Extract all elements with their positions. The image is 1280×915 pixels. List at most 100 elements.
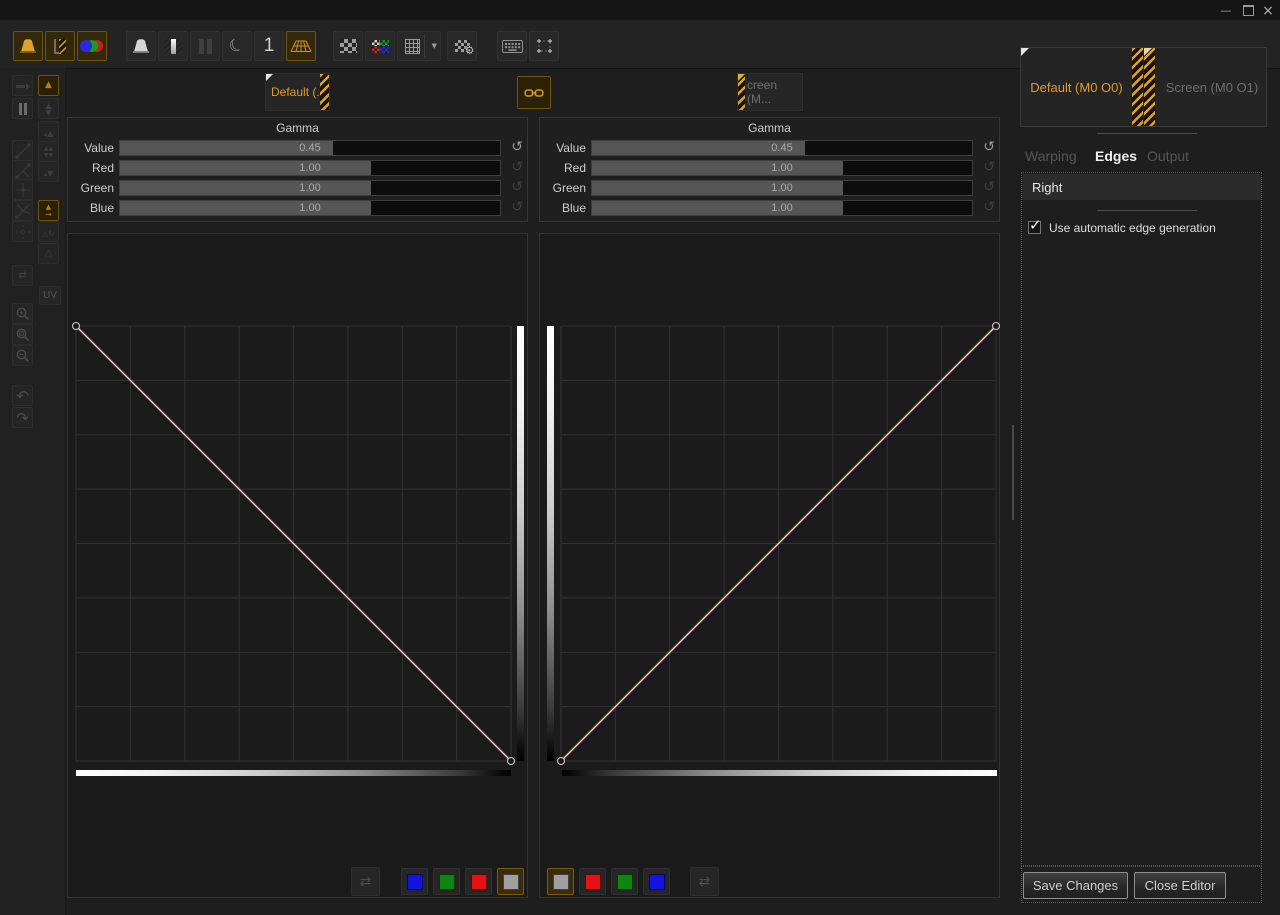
channel-blue-button[interactable] — [401, 868, 428, 895]
gamma-curve-right[interactable] — [561, 326, 996, 761]
projector-view-button[interactable] — [13, 31, 43, 61]
redo-button[interactable]: ↷ — [12, 407, 33, 428]
triangles-updown-icon: ▲▼ — [45, 102, 51, 116]
auto-edge-checkbox[interactable]: ✓ — [1028, 221, 1041, 234]
checkerboard-pattern-button[interactable] — [333, 31, 363, 61]
gamma-blue-number: 1.00 — [592, 202, 972, 214]
minimize-button[interactable]: — — [1218, 4, 1234, 17]
edge-blend-view-button[interactable] — [45, 31, 75, 61]
zoom-in-icon — [15, 306, 31, 322]
channel-red-button[interactable] — [465, 868, 492, 895]
zoom-fit-button[interactable] — [12, 324, 33, 345]
close-button[interactable]: × — [1260, 4, 1276, 17]
single-bar-button[interactable] — [158, 31, 188, 61]
gamma-red-number: 1.00 — [592, 162, 972, 174]
channel-green-button[interactable] — [611, 868, 638, 895]
gamma-blue-slider[interactable]: 1.00 — [119, 200, 501, 216]
scale-tool-button[interactable]: ▴▲ — [38, 121, 59, 142]
zoom-in-button[interactable] — [12, 303, 33, 324]
bezier-node-tool-button[interactable] — [12, 140, 33, 161]
gamma-value-number: 0.45 — [592, 142, 972, 154]
pause-bars-tool-button[interactable] — [12, 98, 33, 119]
uv-mode-button[interactable]: UV — [39, 286, 61, 305]
gamma-red-slider[interactable]: 1.00 — [591, 160, 973, 176]
tab-screen-m0o1[interactable]: creen (M... — [737, 73, 803, 111]
gamma-value-slider[interactable]: 0.45 — [591, 140, 973, 156]
gamma-value-slider[interactable]: 0.45 — [119, 140, 501, 156]
keyboard-shortcuts-button[interactable] — [497, 31, 527, 61]
reset-icon[interactable]: ↺ — [511, 179, 523, 195]
tab-warping[interactable]: Warping — [1025, 148, 1077, 164]
edge-selection-row[interactable]: Right — [1022, 174, 1261, 200]
splitter-scrollbar[interactable] — [1012, 425, 1014, 520]
tab-output[interactable]: Output — [1147, 148, 1189, 164]
grid-pattern-dropdown-button[interactable]: ▼ — [397, 31, 441, 61]
maximize-button[interactable] — [1240, 4, 1256, 17]
channel-green-button[interactable] — [433, 868, 460, 895]
pattern-settings-button[interactable]: ⚙ — [447, 31, 477, 61]
tab-default-screen[interactable]: Default (.. — [265, 73, 330, 111]
point-selection-button[interactable] — [529, 31, 559, 61]
gamma-blue-slider[interactable]: 1.00 — [591, 200, 973, 216]
reset-icon[interactable]: ↺ — [511, 139, 523, 155]
gamma-row-red: Red 1.00 ↺ — [68, 159, 527, 179]
edge-select-tool-button[interactable]: ▲ — [38, 75, 59, 96]
move-vertical-tool-button[interactable]: ▲▼ — [38, 98, 59, 119]
keyframe-tool-button[interactable] — [12, 75, 33, 96]
double-bar-button[interactable] — [190, 31, 220, 61]
multi-handle-tool-button[interactable] — [12, 200, 33, 221]
rotate-tool-button[interactable]: △↻ — [38, 221, 59, 242]
color-view-button[interactable] — [77, 31, 107, 61]
undo-button[interactable]: ↶ — [12, 385, 33, 406]
output-screen-thumb[interactable]: Screen (M0 O1) — [1156, 48, 1268, 126]
channel-red-button[interactable] — [579, 868, 606, 895]
night-mode-button[interactable]: ☾ — [222, 31, 252, 61]
white-chip — [553, 874, 569, 890]
distribute-tool-button[interactable]: ▲▼ ▲▼ — [38, 141, 59, 162]
channel-white-button[interactable] — [547, 868, 574, 895]
guide-cross-tool-button[interactable] — [12, 221, 33, 242]
close-editor-button[interactable]: Close Editor — [1134, 872, 1226, 899]
combo-divider — [424, 35, 425, 57]
bezier-handle-tool-button[interactable] — [12, 160, 33, 181]
reset-icon[interactable]: ↺ — [511, 159, 523, 175]
refresh-curve-button[interactable]: ⇄ — [690, 867, 719, 896]
reset-icon[interactable]: ↺ — [983, 199, 995, 215]
swap-view-button[interactable]: ⇄ — [12, 265, 33, 286]
output-default-thumb[interactable]: Default (M0 O0) — [1021, 48, 1132, 126]
warp-grid-button[interactable] — [286, 31, 316, 61]
application-window: — × ☾ 1 — [0, 0, 1280, 915]
edge-blend-icon — [51, 39, 69, 54]
link-chain-icon — [524, 87, 544, 99]
vertical-gradient-ramp — [517, 326, 524, 761]
gamma-red-slider[interactable]: 1.00 — [119, 160, 501, 176]
dropdown-arrow-icon: ▼ — [432, 42, 437, 50]
minimize-icon: — — [1221, 5, 1232, 16]
channel-blue-button[interactable] — [643, 868, 670, 895]
gamma-curve-left[interactable] — [76, 326, 511, 761]
link-screens-button[interactable] — [517, 76, 551, 109]
gamma-green-slider[interactable]: 1.00 — [591, 180, 973, 196]
dashed-cross-icon — [14, 223, 32, 241]
vertical-bar-icon — [164, 39, 182, 54]
gamma-row-value: Value 0.45 ↺ — [68, 139, 527, 159]
white-lamp-icon — [130, 38, 152, 54]
horizontal-gradient-ramp — [562, 770, 997, 776]
edge-direction-tool-button[interactable]: ▲→ — [38, 200, 59, 221]
reset-icon[interactable]: ↺ — [983, 179, 995, 195]
refresh-curve-button[interactable]: ⇄ — [351, 867, 380, 896]
reset-icon[interactable]: ↺ — [983, 159, 995, 175]
channel-white-button[interactable] — [497, 868, 524, 895]
reset-icon[interactable]: ↺ — [511, 199, 523, 215]
zoom-out-button[interactable] — [12, 345, 33, 366]
identify-number-button[interactable]: 1 — [254, 31, 284, 61]
nested-triangle-tool-button[interactable]: △ — [38, 243, 59, 264]
add-node-tool-button[interactable] — [12, 179, 33, 200]
color-checkerboard-pattern-button[interactable] — [365, 31, 395, 61]
save-changes-button[interactable]: Save Changes — [1023, 872, 1128, 899]
nudge-tool-button[interactable]: ▴▼ — [38, 161, 59, 182]
white-lamp-button[interactable] — [126, 31, 156, 61]
tab-edges[interactable]: Edges — [1095, 148, 1137, 164]
gamma-green-slider[interactable]: 1.00 — [119, 180, 501, 196]
reset-icon[interactable]: ↺ — [983, 139, 995, 155]
